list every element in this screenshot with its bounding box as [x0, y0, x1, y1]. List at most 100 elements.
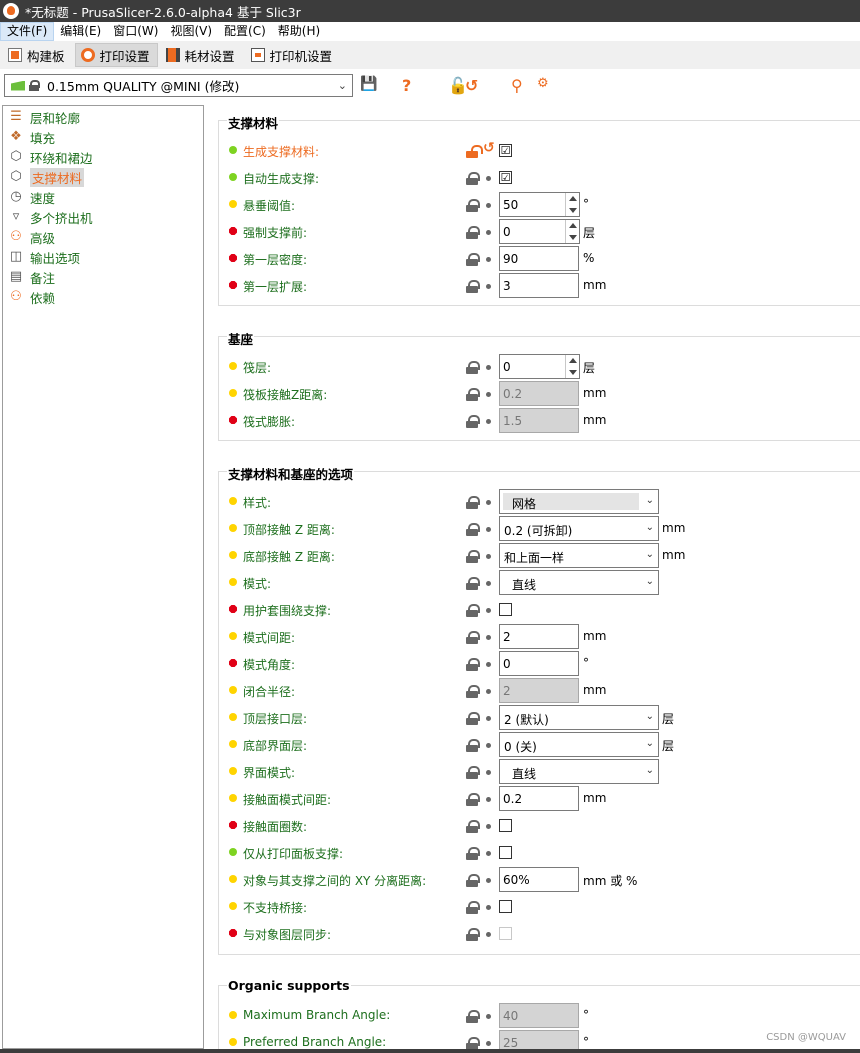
- system-value-dot-icon[interactable]: [486, 689, 491, 694]
- system-value-dot-icon[interactable]: [486, 635, 491, 640]
- system-value-dot-icon[interactable]: [486, 608, 491, 613]
- tab-filament-settings[interactable]: 耗材设置: [160, 43, 243, 67]
- lock-icon[interactable]: [466, 415, 480, 428]
- system-value-dot-icon[interactable]: [486, 203, 491, 208]
- pattern-angle-field[interactable]: 0: [499, 651, 579, 676]
- sidebar-item-extruders[interactable]: ▿ 多个挤出机: [3, 207, 203, 227]
- system-value-dot-icon[interactable]: [486, 176, 491, 181]
- system-value-dot-icon[interactable]: [486, 770, 491, 775]
- lock-icon[interactable]: [466, 226, 480, 239]
- system-value-dot-icon[interactable]: [486, 554, 491, 559]
- top-interface-layers-select[interactable]: 2 (默认) ⌄: [499, 705, 659, 730]
- lock-icon[interactable]: [466, 199, 480, 212]
- lock-icon[interactable]: [466, 820, 480, 833]
- top-contact-z-select[interactable]: 0.2 (可拆卸) ⌄: [499, 516, 659, 541]
- lock-icon[interactable]: [466, 928, 480, 941]
- sidebar-item-infill[interactable]: ❖ 填充: [3, 127, 203, 147]
- raft-contact-distance-field[interactable]: 0.2: [499, 381, 579, 406]
- sidebar-item-output[interactable]: ◫ 输出选项: [3, 247, 203, 267]
- menu-help[interactable]: 帮助(H): [272, 22, 326, 41]
- enforce-layers-spinner[interactable]: 0: [499, 219, 580, 244]
- interface-spacing-field[interactable]: 0.2: [499, 786, 579, 811]
- auto-support-checkbox[interactable]: ☑: [499, 171, 512, 184]
- xy-separation-field[interactable]: 60%: [499, 867, 579, 892]
- raft-expansion-field[interactable]: 1.5: [499, 408, 579, 433]
- system-value-dot-icon[interactable]: [486, 1041, 491, 1046]
- lock-icon[interactable]: [466, 739, 480, 752]
- tab-plater[interactable]: 构建板: [2, 43, 73, 67]
- sidebar-item-layers[interactable]: ☰ 层和轮廓: [3, 107, 203, 127]
- system-value-dot-icon[interactable]: [486, 851, 491, 856]
- first-layer-density-field[interactable]: 90: [499, 246, 579, 271]
- lock-icon[interactable]: [466, 658, 480, 671]
- menu-view[interactable]: 视图(V): [164, 22, 218, 41]
- preferred-branch-angle-field[interactable]: 25: [499, 1030, 579, 1049]
- overhang-threshold-spinner[interactable]: 50: [499, 192, 580, 217]
- lock-icon[interactable]: [466, 172, 480, 185]
- lock-icon[interactable]: [466, 685, 480, 698]
- system-value-dot-icon[interactable]: [486, 716, 491, 721]
- raft-layers-spinner[interactable]: 0: [499, 354, 580, 379]
- with-sheath-checkbox[interactable]: [499, 603, 512, 616]
- pattern-select[interactable]: 直线 ⌄: [499, 570, 659, 595]
- lock-icon[interactable]: [466, 874, 480, 887]
- system-value-dot-icon[interactable]: [486, 527, 491, 532]
- spinner-arrows-icon[interactable]: [565, 220, 579, 243]
- system-value-dot-icon[interactable]: [486, 905, 491, 910]
- system-value-dot-icon[interactable]: [486, 392, 491, 397]
- lock-icon[interactable]: [466, 793, 480, 806]
- undo-icon[interactable]: ↺: [465, 76, 478, 95]
- style-select[interactable]: 网格 ⌄: [499, 489, 659, 514]
- system-value-dot-icon[interactable]: [486, 878, 491, 883]
- spinner-arrows-icon[interactable]: [565, 193, 579, 216]
- lock-icon[interactable]: [466, 361, 480, 374]
- tab-printer-settings[interactable]: 打印机设置: [245, 43, 341, 67]
- spinner-arrows-icon[interactable]: [565, 355, 579, 378]
- menu-window[interactable]: 窗口(W): [107, 22, 164, 41]
- sidebar-item-dependencies[interactable]: ⚇ 依赖: [3, 287, 203, 307]
- system-value-dot-icon[interactable]: [486, 743, 491, 748]
- buildplate-only-checkbox[interactable]: [499, 846, 512, 859]
- system-value-dot-icon[interactable]: [486, 500, 491, 505]
- interface-loops-checkbox[interactable]: [499, 819, 512, 832]
- menu-edit[interactable]: 编辑(E): [54, 22, 107, 41]
- lock-icon[interactable]: [466, 712, 480, 725]
- sidebar-item-advanced[interactable]: ⚇ 高级: [3, 227, 203, 247]
- generate-support-checkbox[interactable]: ☑: [499, 144, 512, 157]
- tab-print-settings[interactable]: 打印设置: [74, 43, 158, 67]
- sidebar-item-skirt-brim[interactable]: ⬡ 环绕和裙边: [3, 147, 203, 167]
- unlock-icon[interactable]: [466, 145, 483, 158]
- lock-icon[interactable]: [466, 388, 480, 401]
- lock-icon[interactable]: [466, 523, 480, 536]
- lock-icon[interactable]: [466, 604, 480, 617]
- bottom-contact-z-select[interactable]: 和上面一样 ⌄: [499, 543, 659, 568]
- interface-pattern-select[interactable]: 直线 ⌄: [499, 759, 659, 784]
- dont-support-bridges-checkbox[interactable]: [499, 900, 512, 913]
- lock-icon[interactable]: [466, 253, 480, 266]
- first-layer-expansion-field[interactable]: 3: [499, 273, 579, 298]
- lock-icon[interactable]: [466, 766, 480, 779]
- save-icon[interactable]: 💾: [360, 76, 377, 92]
- closing-radius-field[interactable]: 2: [499, 678, 579, 703]
- sidebar-item-speed[interactable]: ◷ 速度: [3, 187, 203, 207]
- compare-icon[interactable]: ⚙: [537, 76, 549, 91]
- sidebar-item-support[interactable]: ⬡ 支撑材料: [3, 167, 203, 187]
- lock-icon[interactable]: [466, 496, 480, 509]
- lock-icon[interactable]: [466, 550, 480, 563]
- lock-icon[interactable]: [466, 577, 480, 590]
- system-value-dot-icon[interactable]: [486, 824, 491, 829]
- system-value-dot-icon[interactable]: [486, 257, 491, 262]
- system-value-dot-icon[interactable]: [486, 581, 491, 586]
- lock-icon[interactable]: [466, 280, 480, 293]
- help-icon[interactable]: ?: [402, 76, 411, 95]
- system-value-dot-icon[interactable]: [486, 284, 491, 289]
- system-value-dot-icon[interactable]: [486, 230, 491, 235]
- menu-configuration[interactable]: 配置(C): [218, 22, 272, 41]
- lock-icon[interactable]: [466, 847, 480, 860]
- bottom-interface-layers-select[interactable]: 0 (关) ⌄: [499, 732, 659, 757]
- system-value-dot-icon[interactable]: [486, 662, 491, 667]
- lock-icon[interactable]: [466, 631, 480, 644]
- synchronize-layers-checkbox[interactable]: [499, 927, 512, 940]
- lock-icon[interactable]: [466, 1037, 480, 1049]
- system-value-dot-icon[interactable]: [486, 419, 491, 424]
